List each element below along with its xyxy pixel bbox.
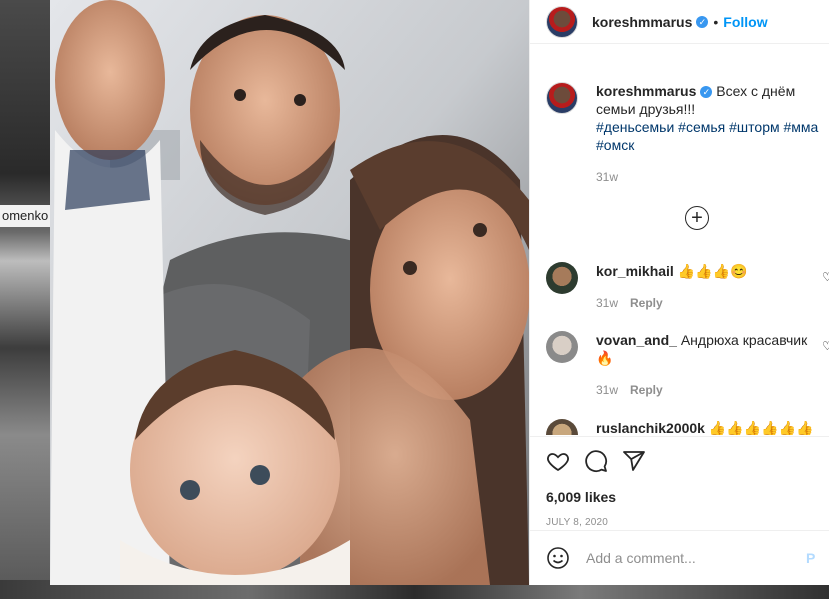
verified-badge-icon: ✓ <box>700 86 713 99</box>
post-date[interactable]: JULY 8, 2020 <box>546 517 814 528</box>
commenter-avatar[interactable] <box>546 262 578 294</box>
caption-username[interactable]: koreshmmarus <box>596 83 696 99</box>
header-username[interactable]: koreshmmarus <box>592 14 692 30</box>
post-side-panel: koreshmmarus ✓ • Follow koreshmmarus ✓ Вс… <box>529 0 829 585</box>
post-comment-button[interactable]: P <box>806 550 815 566</box>
caption-timestamp[interactable]: 31w <box>596 168 826 186</box>
comment-time[interactable]: 31w <box>596 383 618 397</box>
commenter-avatar[interactable] <box>546 419 578 435</box>
post-actions: 6,009 likes JULY 8, 2020 <box>530 436 829 528</box>
heart-icon[interactable] <box>546 449 570 473</box>
comment-time[interactable]: 31w <box>596 296 618 310</box>
comment-input[interactable] <box>586 550 796 566</box>
like-comment-heart-icon[interactable]: ♡ <box>822 339 829 353</box>
comment-icon[interactable] <box>584 449 608 473</box>
post-header: koreshmmarus ✓ • Follow <box>530 0 829 44</box>
comment-username[interactable]: vovan_and_ <box>596 332 677 348</box>
post-caption: koreshmmarus ✓ Всех с днём семьи друзья!!… <box>546 82 826 186</box>
commenter-avatar[interactable] <box>546 331 578 363</box>
reply-button[interactable]: Reply <box>630 296 663 310</box>
background-thumbnail-left <box>0 0 50 580</box>
separator-dot: • <box>713 13 719 30</box>
comment-item: ruslanchik2000k 👍👍👍👍👍👍 <box>546 419 829 435</box>
comment-username[interactable]: ruslanchik2000k <box>596 420 705 435</box>
caption-hashtags[interactable]: #деньсемьи #семья #шторм #мма #омск <box>596 119 818 153</box>
share-icon[interactable] <box>622 449 646 473</box>
emoji-icon[interactable] <box>546 546 570 570</box>
post-photo[interactable] <box>50 0 529 585</box>
comment-username[interactable]: kor_mikhail <box>596 263 674 279</box>
reply-button[interactable]: Reply <box>630 383 663 397</box>
plus-circle-icon[interactable]: + <box>685 206 709 230</box>
background-partial-text: omenko <box>0 205 50 227</box>
avatar[interactable] <box>546 5 578 38</box>
comment-text: 👍👍👍👍👍👍 <box>708 420 814 435</box>
likes-count[interactable]: 6,009 likes <box>546 489 814 505</box>
comment-item: kor_mikhail 👍👍👍😊 31w Reply <box>546 262 829 312</box>
verified-badge-icon: ✓ <box>696 15 709 28</box>
add-comment-bar: P <box>530 530 829 585</box>
like-comment-heart-icon[interactable]: ♡ <box>822 270 829 284</box>
follow-button[interactable]: Follow <box>723 14 767 30</box>
family-selfie-image <box>50 0 529 585</box>
caption-avatar[interactable] <box>546 82 578 114</box>
comment-item: vovan_and_ Андрюха красавчик 🔥 31w Reply <box>546 331 829 399</box>
comment-text: 👍👍👍😊 <box>677 263 748 279</box>
